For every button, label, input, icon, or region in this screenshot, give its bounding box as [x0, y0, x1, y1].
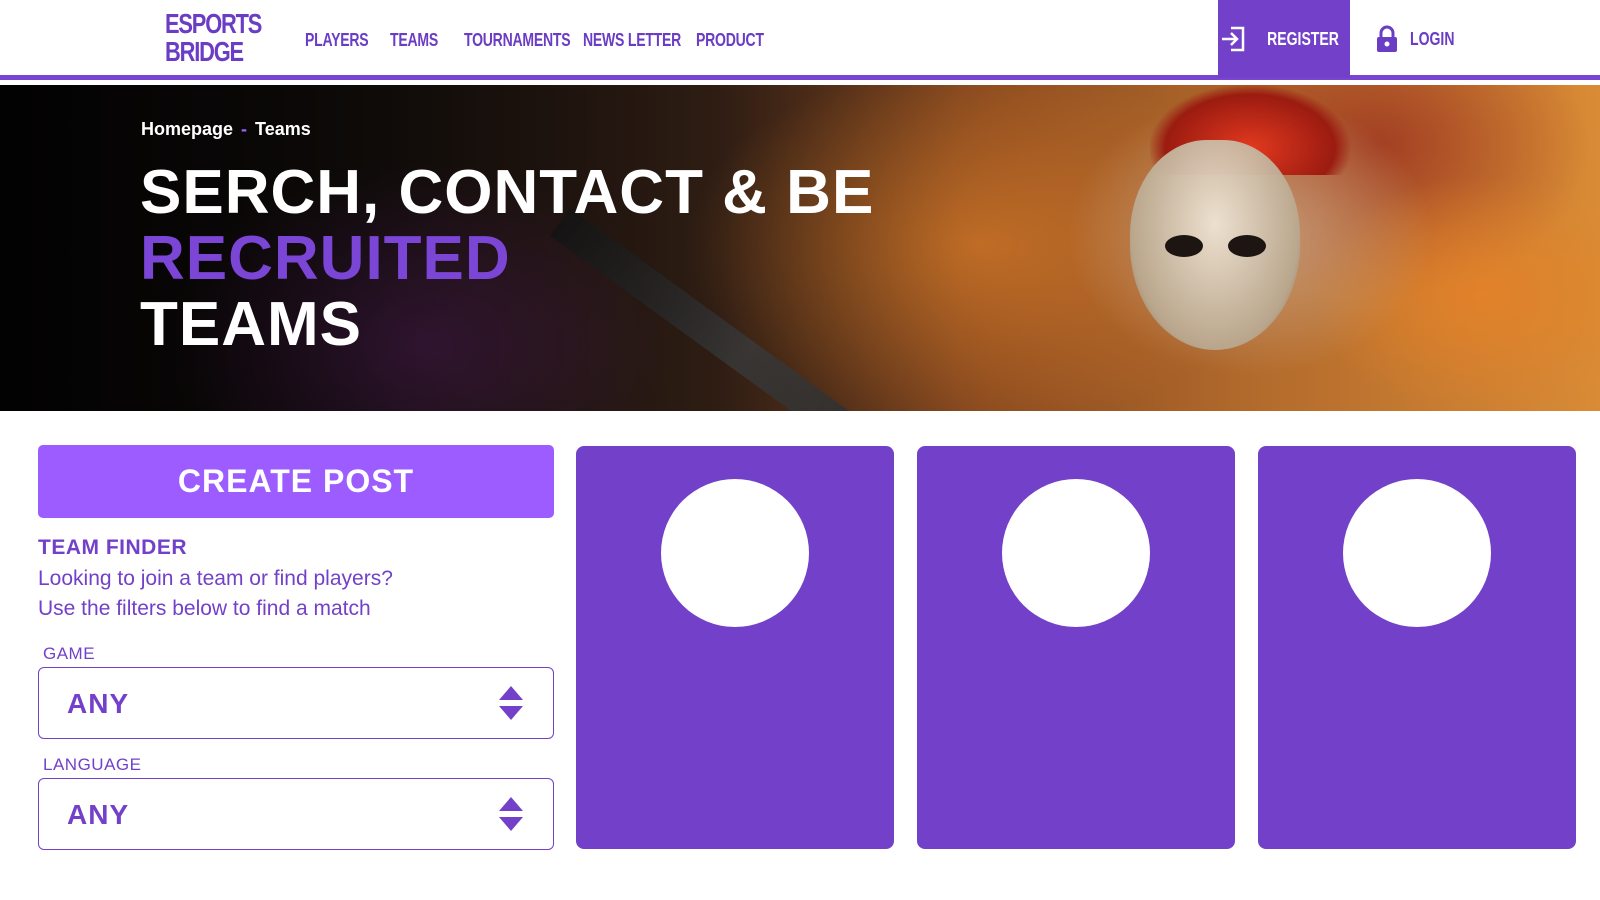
hero-title-line-3: TEAMS — [140, 290, 362, 359]
hero-banner: Homepage - Teams SERCH, CONTACT & BE REC… — [0, 85, 1600, 411]
game-select[interactable]: ANY — [38, 667, 554, 739]
logo-line-1: ESPORTS — [165, 8, 262, 39]
nav-link-tournaments[interactable]: TOURNAMENTS — [464, 30, 571, 51]
game-select-value: ANY — [67, 688, 130, 719]
sort-arrows-icon — [499, 686, 523, 720]
avatar — [661, 479, 809, 627]
login-button[interactable]: LOGIN — [1376, 22, 1467, 56]
breadcrumb-current: Teams — [255, 119, 311, 139]
sort-arrows-icon — [499, 797, 523, 831]
hero-title-line-2: RECRUITED — [140, 224, 511, 293]
top-navbar: ESPORTS BRIDGE PLAYERS TEAMS TOURNAMENTS… — [0, 0, 1600, 80]
language-filter-label: LANGUAGE — [43, 755, 142, 774]
nav-link-product[interactable]: PRODUCT — [696, 30, 764, 51]
team-finder-description: Looking to join a team or find players? … — [38, 564, 558, 624]
avatar — [1343, 479, 1491, 627]
team-card[interactable] — [1258, 446, 1576, 849]
team-card[interactable] — [576, 446, 894, 849]
team-card[interactable] — [917, 446, 1235, 849]
language-select-value: ANY — [67, 799, 130, 830]
esports-bridge-logo[interactable]: ESPORTS BRIDGE — [165, 8, 262, 67]
breadcrumb-separator: - — [241, 119, 248, 139]
login-label: LOGIN — [1410, 28, 1455, 49]
breadcrumb-home[interactable]: Homepage — [141, 119, 233, 140]
avatar — [1002, 479, 1150, 627]
team-finder-desc-line-2: Use the filters below to find a match — [38, 597, 371, 620]
team-finder-title: TEAM FINDER — [38, 536, 187, 559]
language-select[interactable]: ANY — [38, 778, 554, 850]
nav-link-newsletter[interactable]: NEWS LETTER — [583, 30, 681, 51]
breadcrumb: Homepage - Teams — [141, 119, 311, 140]
lock-icon — [1377, 25, 1397, 52]
logo-line-2: BRIDGE — [165, 36, 244, 67]
hero-title-line-1: SERCH, CONTACT & BE — [140, 158, 875, 227]
register-label: REGISTER — [1267, 28, 1339, 49]
game-filter-label: GAME — [43, 644, 96, 663]
nav-link-players[interactable]: PLAYERS — [305, 30, 369, 51]
create-post-button[interactable]: CREATE POST — [38, 445, 554, 518]
team-finder-desc-line-1: Looking to join a team or find players? — [38, 567, 393, 590]
hero-title: SERCH, CONTACT & BE RECRUITED TEAMS — [140, 160, 874, 358]
nav-link-teams[interactable]: TEAMS — [390, 30, 438, 51]
register-button[interactable]: REGISTER — [1218, 0, 1350, 78]
sign-in-icon — [1221, 26, 1245, 52]
